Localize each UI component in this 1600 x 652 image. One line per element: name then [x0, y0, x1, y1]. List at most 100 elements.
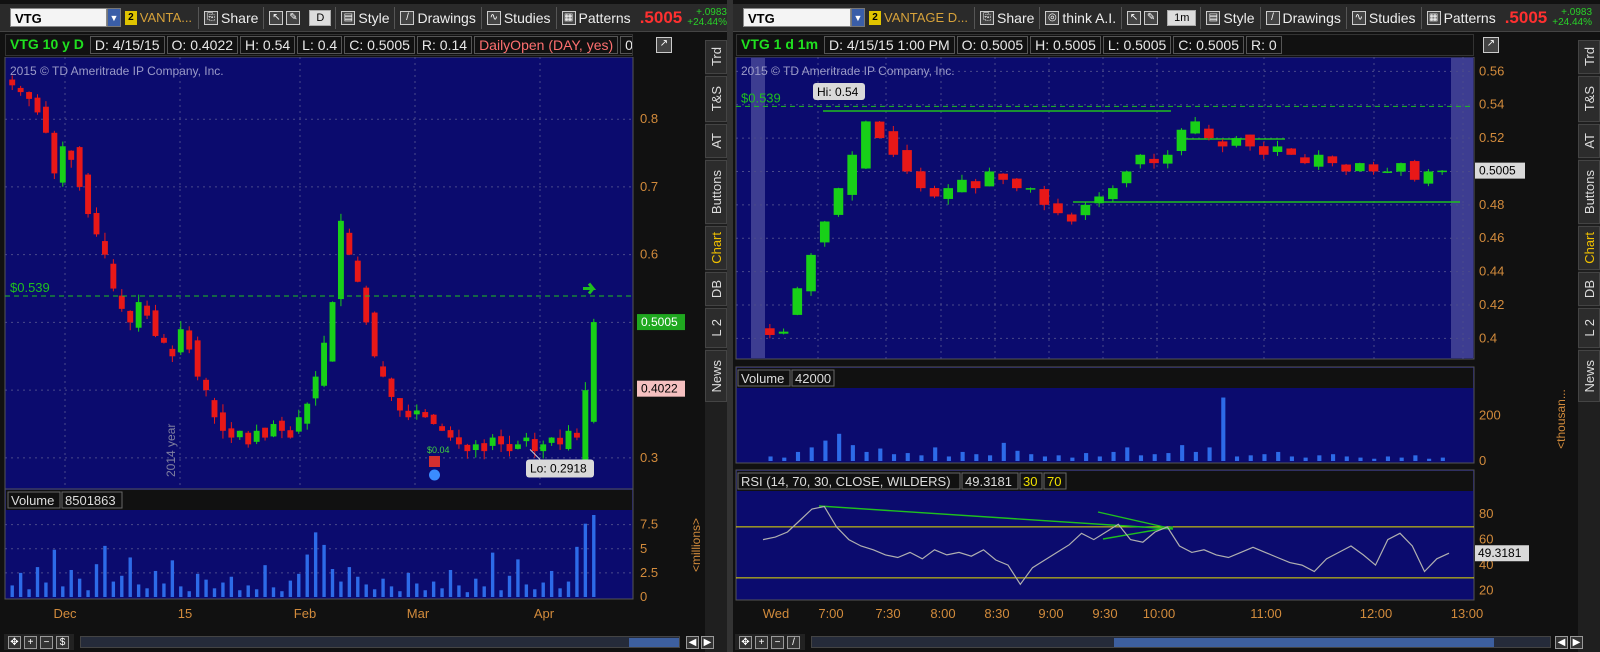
year-marker-label: 2014 year — [164, 424, 178, 477]
side-tab-news[interactable]: News — [705, 350, 727, 402]
volume-label[interactable]: Volume — [11, 493, 54, 508]
symbol-dropdown-button[interactable]: ▼ — [107, 8, 121, 27]
candle-body — [998, 173, 1008, 180]
left-time-scrollbar[interactable] — [80, 636, 680, 648]
patterns-icon: ▦ — [1426, 10, 1441, 25]
scroll-right-icon[interactable]: ▶ — [1570, 636, 1583, 649]
symbol-description: VANTA... — [139, 10, 193, 25]
scroll-left-icon[interactable]: ◀ — [1555, 636, 1568, 649]
volume-bar — [1234, 456, 1240, 461]
scroll-left-icon[interactable]: ◀ — [686, 636, 699, 649]
time-axis-tick: 12:00 — [1360, 606, 1393, 621]
volume-bar — [1440, 457, 1445, 461]
tools-button[interactable]: ↖ ✎ — [263, 6, 305, 29]
side-tab-db[interactable]: DB — [705, 272, 727, 306]
share-button[interactable]: ⎘ Share — [198, 6, 263, 29]
draw-line-icon[interactable]: / — [787, 635, 800, 649]
side-tab-at[interactable]: AT — [1578, 124, 1600, 158]
candle-body — [439, 426, 446, 431]
aggregation-button[interactable]: 1m — [1167, 9, 1197, 26]
patterns-button[interactable]: ▦ Patterns — [555, 6, 636, 29]
style-icon: ▤ — [1206, 10, 1221, 25]
drawings-button[interactable]: / Drawings — [1259, 6, 1346, 29]
symbol-input[interactable]: VTG — [743, 8, 851, 27]
volume-bar — [1317, 455, 1322, 461]
volume-bar — [1166, 453, 1171, 461]
time-axis-tick: Dec — [53, 606, 77, 621]
link-group-badge[interactable]: 2 — [869, 10, 881, 25]
tools-button[interactable]: ↖ ✎ — [1121, 6, 1163, 29]
patterns-button[interactable]: ▦ Patterns — [1420, 6, 1501, 29]
cursor-icon: ↖ — [1127, 10, 1142, 25]
side-tab-chart[interactable]: Chart — [705, 226, 727, 270]
zoom-in-icon[interactable]: + — [755, 635, 768, 649]
side-tab-buttons[interactable]: Buttons — [705, 160, 727, 224]
side-tab-db[interactable]: DB — [1578, 272, 1600, 306]
study-label[interactable]: DailyOpen (DAY, yes) — [474, 36, 619, 54]
candle-body — [573, 432, 580, 438]
zoom-out-icon[interactable]: − — [771, 635, 784, 649]
volume-axis-tick: 0 — [1479, 453, 1486, 468]
style-button[interactable]: ▤ Style — [335, 6, 394, 29]
candle-body — [413, 410, 420, 415]
side-tab-ts[interactable]: T&S — [705, 76, 727, 122]
side-tab-news[interactable]: News — [1578, 350, 1600, 402]
symbol-dropdown-button[interactable]: ▼ — [851, 8, 865, 27]
chart-symbol-label[interactable]: VTG 10 y D — [6, 36, 88, 54]
drawings-button[interactable]: / Drawings — [394, 6, 480, 29]
candle-body — [1313, 154, 1324, 167]
scrollbar-thumb[interactable] — [1114, 638, 1494, 647]
thinkai-icon: ◎ — [1045, 10, 1060, 25]
right-chart-svg: 2015 © TD Ameritrade IP Company, Inc. $0… — [735, 57, 1568, 621]
scroll-icon[interactable]: ✥ — [8, 635, 21, 649]
side-tab-chart[interactable]: Chart — [1578, 226, 1600, 270]
symbol-input[interactable]: VTG — [10, 8, 108, 27]
price-scale-icon[interactable]: $ — [56, 635, 69, 649]
right-time-scrollbar[interactable] — [811, 636, 1551, 648]
volume-label[interactable]: Volume — [741, 371, 784, 386]
side-tab-trd[interactable]: Trd — [1578, 40, 1600, 74]
side-tab-l2[interactable]: L 2 — [1578, 308, 1600, 348]
side-tab-buttons[interactable]: Buttons — [1578, 160, 1600, 224]
style-button[interactable]: ▤ Style — [1200, 6, 1259, 29]
scrollbar-thumb[interactable] — [629, 638, 679, 647]
side-tab-l2[interactable]: L 2 — [705, 308, 727, 348]
zoom-in-icon[interactable]: + — [24, 635, 37, 649]
side-tab-at[interactable]: AT — [705, 124, 727, 158]
scroll-right-icon[interactable]: ▶ — [701, 636, 714, 649]
time-axis-tick: Wed — [763, 606, 790, 621]
volume-bar — [280, 591, 284, 597]
candle-body — [1135, 154, 1146, 165]
candle-body — [1121, 171, 1132, 184]
volume-bar — [988, 455, 993, 461]
side-tab-label: News — [708, 359, 724, 393]
chart-expand-icon[interactable]: ↗ — [1483, 37, 1499, 53]
side-tab-label: DB — [1581, 279, 1597, 299]
side-tab-label: T&S — [1581, 86, 1597, 112]
chart-expand-icon[interactable]: ↗ — [656, 37, 672, 53]
candle-body — [1176, 129, 1187, 151]
link-group-badge[interactable]: 2 — [124, 10, 137, 25]
candle-body — [312, 376, 319, 399]
scroll-icon[interactable]: ✥ — [739, 635, 752, 649]
volume-axis-tick: 0 — [640, 589, 647, 604]
rsi-label[interactable]: RSI (14, 70, 30, CLOSE, WILDERS) — [741, 474, 951, 489]
share-label: Share — [997, 9, 1035, 26]
zoom-out-icon[interactable]: − — [40, 635, 53, 649]
studies-button[interactable]: ∿ Studies — [480, 6, 556, 29]
candle-body — [1080, 204, 1091, 216]
thinkai-button[interactable]: ◎ think A.I. — [1039, 6, 1121, 29]
bar-high: H: 0.54 — [240, 36, 296, 54]
candle-body — [144, 305, 151, 316]
candle-body — [957, 179, 967, 193]
right-price-axis: 0.560.540.520.50.480.460.440.420.4 — [1479, 63, 1504, 345]
volume-bar — [229, 576, 234, 597]
chart-symbol-label[interactable]: VTG 1 d 1m — [737, 36, 822, 54]
side-tab-trd[interactable]: Trd — [705, 40, 727, 74]
share-button[interactable]: ⎘ Share — [974, 6, 1039, 29]
volume-value: 8501863 — [65, 493, 116, 508]
patterns-icon: ▦ — [561, 10, 576, 25]
side-tab-ts[interactable]: T&S — [1578, 76, 1600, 122]
studies-button[interactable]: ∿ Studies — [1345, 6, 1421, 29]
aggregation-button[interactable]: D — [309, 9, 332, 26]
